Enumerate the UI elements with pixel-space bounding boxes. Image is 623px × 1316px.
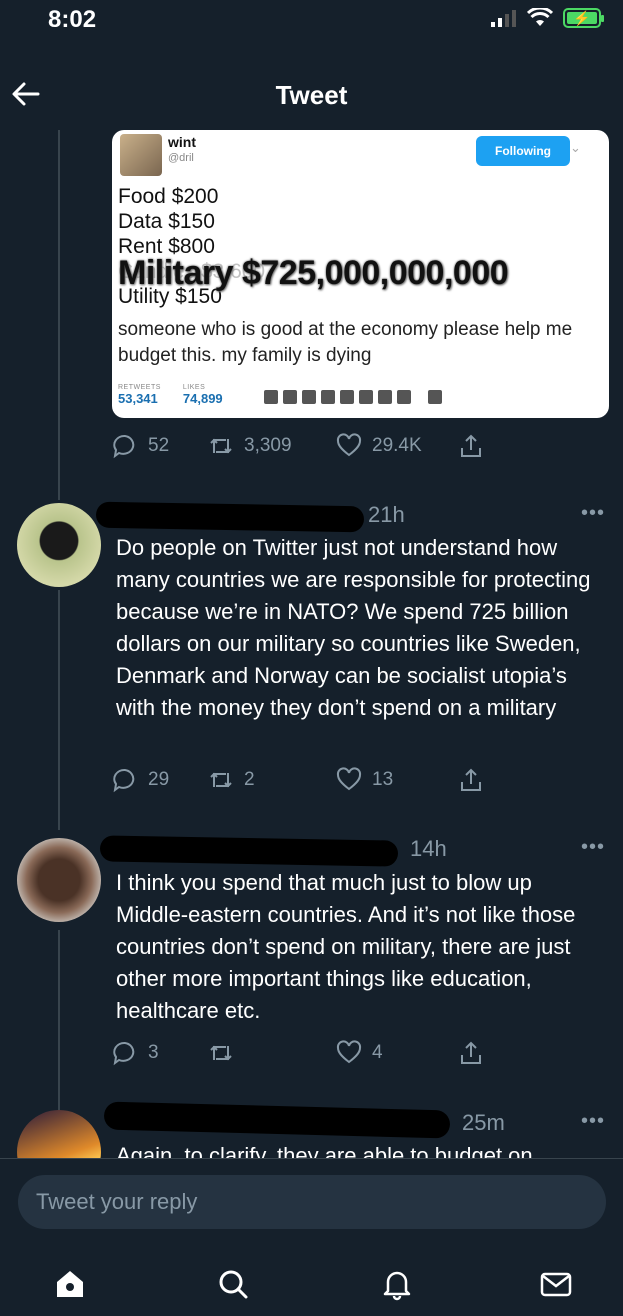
avatar[interactable]: [17, 838, 101, 922]
liker-avatars: [264, 390, 442, 404]
tab-search[interactable]: [213, 1264, 253, 1304]
status-time: 8:02: [48, 6, 97, 33]
share-icon: [461, 768, 481, 791]
embed-caption: someone who is good at the economy pleas…: [118, 319, 573, 366]
tweet-text: I think you spend that much just to blow…: [116, 870, 576, 1023]
tweet-time: 21h: [368, 502, 405, 527]
heart-icon: [336, 1040, 362, 1064]
tweet-actions: 52 3,309 29.4K: [112, 429, 532, 463]
reply-count: 29: [148, 769, 170, 790]
likes-label: LIKES: [182, 384, 206, 391]
thread-line: [58, 930, 60, 1110]
share-icon: [461, 1041, 481, 1064]
reply-button[interactable]: 29: [112, 767, 208, 793]
avatar[interactable]: [17, 503, 101, 587]
reply-icon: [113, 434, 135, 459]
home-icon: [57, 1271, 83, 1297]
embed-stats: RETWEETS 53,341 LIKES 74,899: [118, 384, 223, 406]
reply-icon: [113, 768, 135, 793]
status-icons: ⚡: [491, 8, 604, 28]
like-button[interactable]: 13: [336, 767, 458, 793]
heart-icon: [336, 433, 362, 457]
more-options-icon[interactable]: •••: [581, 836, 605, 859]
share-button[interactable]: [458, 433, 484, 459]
budget-line: Data $150: [118, 210, 215, 233]
retweet-button[interactable]: [208, 1040, 336, 1066]
reply-button[interactable]: 52: [112, 433, 208, 459]
search-icon: [219, 1270, 248, 1299]
tweet-time: 14h: [410, 836, 447, 861]
tab-bar: [0, 1254, 623, 1310]
embed-following-button: Following: [476, 136, 570, 166]
retweets-value: 53,341: [118, 391, 158, 406]
tweet-time: 25m: [462, 1110, 505, 1135]
like-button[interactable]: 4: [336, 1040, 458, 1066]
redacted-username: [103, 1101, 451, 1139]
retweet-icon: [210, 772, 232, 788]
like-count: 29.4K: [372, 435, 422, 456]
bell-icon: [383, 1271, 411, 1301]
like-button[interactable]: 29.4K: [336, 433, 458, 459]
share-button[interactable]: [458, 1040, 484, 1066]
tab-notifications[interactable]: [377, 1264, 417, 1304]
like-count: 13: [372, 769, 394, 790]
wifi-icon: [527, 8, 553, 26]
tweet-text: Again, to clarify, they are able to budg…: [116, 1143, 533, 1158]
embed-avatar: [120, 134, 162, 176]
retweet-button[interactable]: 2: [208, 767, 336, 793]
reply-count: 52: [148, 435, 170, 456]
header: Tweet: [0, 58, 623, 130]
more-options-icon[interactable]: •••: [581, 502, 605, 525]
chevron-down-icon: ⌄: [570, 140, 581, 155]
retweets-label: RETWEETS: [118, 384, 161, 391]
page-title: Tweet: [275, 80, 348, 110]
like-count: 4: [372, 1042, 383, 1063]
retweet-icon: [210, 1045, 232, 1061]
retweet-button[interactable]: 3,309: [208, 433, 336, 459]
reply-input[interactable]: Tweet your reply: [18, 1175, 606, 1229]
tweet-text: Do people on Twitter just not understand…: [116, 535, 591, 720]
reply-placeholder: Tweet your reply: [36, 1189, 198, 1214]
mail-icon: [540, 1272, 572, 1297]
status-bar: 8:02 ⚡: [0, 0, 623, 44]
redacted-username: [99, 835, 399, 867]
embed-name: wint: [168, 134, 196, 150]
thread-line: [58, 130, 60, 500]
reply-button[interactable]: 3: [112, 1040, 208, 1066]
tweet-actions: 3 4: [112, 1036, 532, 1070]
tweet-actions: 29 2 13: [112, 763, 532, 797]
budget-line: Food $200: [118, 185, 219, 208]
likes-value: 74,899: [182, 391, 223, 406]
heart-icon: [336, 767, 362, 791]
thread-line: [58, 590, 60, 830]
military-line: Military $725,000,000,000: [118, 254, 509, 292]
signal-icon: [491, 10, 516, 27]
share-icon: [461, 434, 481, 457]
embed-handle: @dril: [168, 152, 194, 164]
reply-icon: [113, 1041, 135, 1066]
reply-count: 3: [148, 1042, 159, 1063]
retweet-count: 3,309: [244, 435, 292, 456]
tab-messages[interactable]: [536, 1264, 576, 1304]
retweet-icon: [210, 438, 232, 454]
tweet-image[interactable]: wint @dril Following ⌄ Food $200 Data $1…: [112, 130, 609, 418]
share-button[interactable]: [458, 767, 484, 793]
retweet-count: 2: [244, 769, 255, 790]
redacted-username: [95, 501, 365, 533]
battery-icon: ⚡: [563, 8, 604, 28]
more-options-icon[interactable]: •••: [581, 1110, 605, 1133]
tab-home[interactable]: [50, 1264, 90, 1304]
